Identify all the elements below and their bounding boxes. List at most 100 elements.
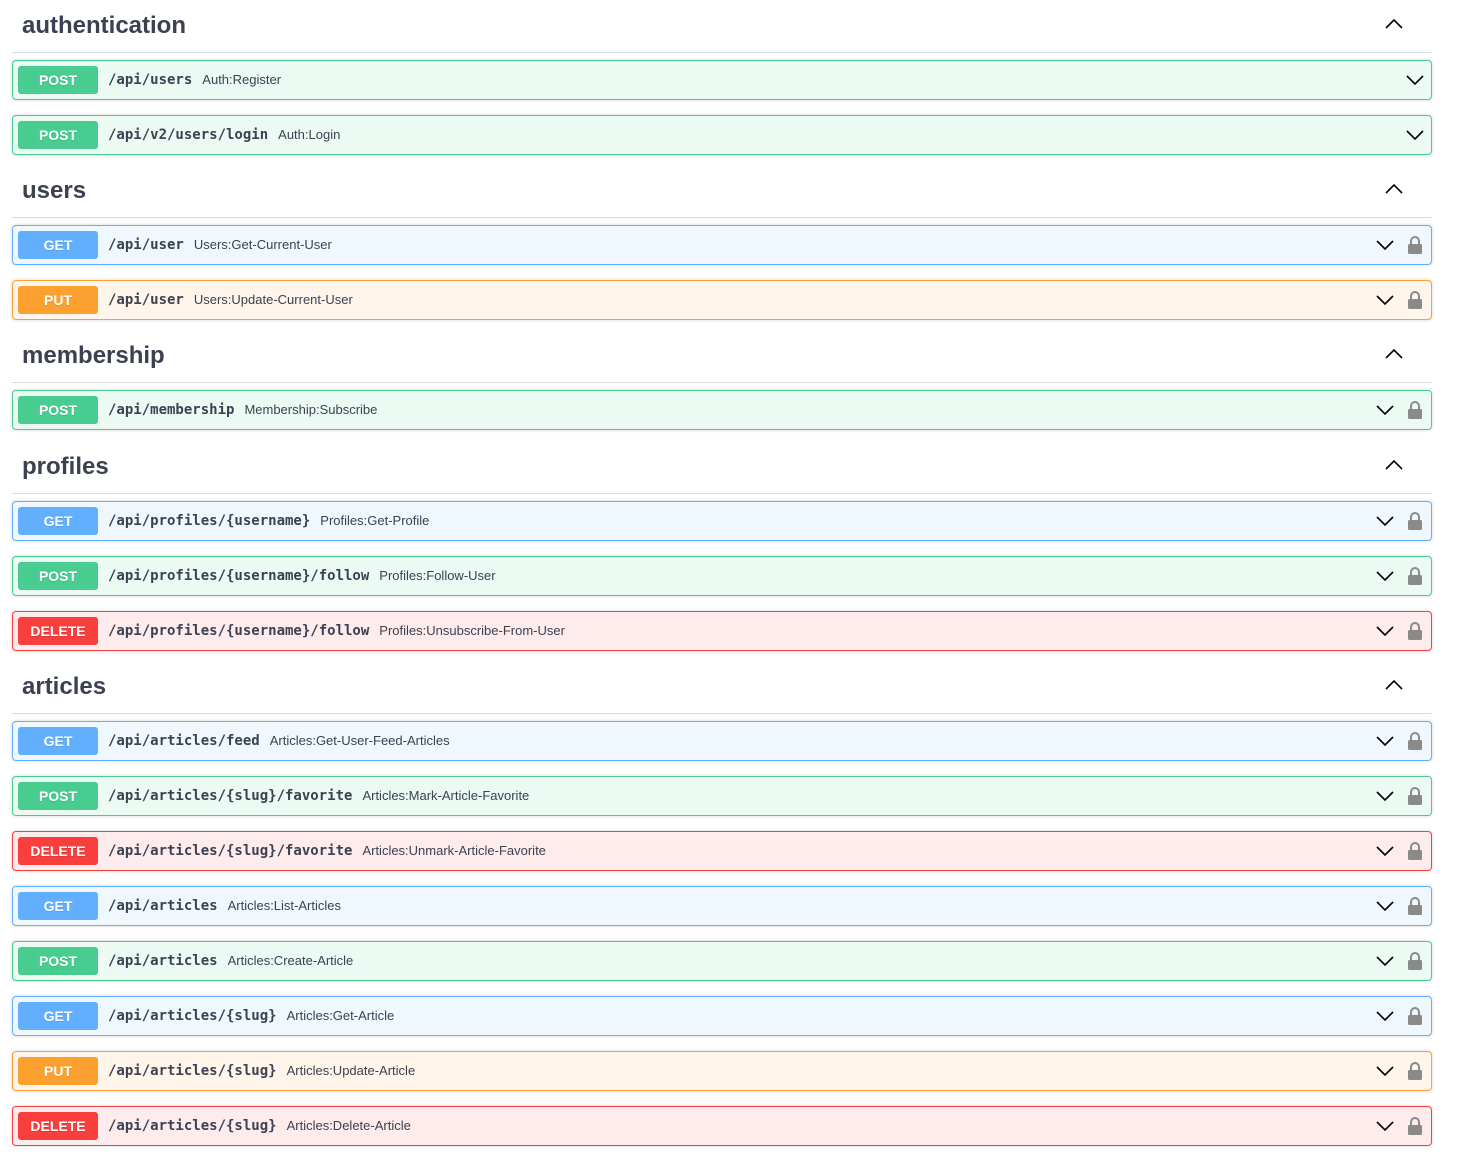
method-badge: POST [18, 562, 98, 590]
chevron-up-icon[interactable] [1384, 14, 1408, 38]
lock-icon[interactable] [1407, 621, 1423, 641]
operation-path: /api/users [108, 72, 193, 88]
opblock-delete[interactable]: DELETE/api/articles/{slug}/favorite Artic… [12, 831, 1432, 871]
opblock-post[interactable]: POST/api/users Auth:Register [12, 60, 1432, 100]
lock-icon[interactable] [1407, 400, 1423, 420]
chevron-down-icon[interactable] [1375, 841, 1395, 861]
chevron-down-icon[interactable] [1375, 566, 1395, 586]
opblock-put[interactable]: PUT/api/articles/{slug} Articles:Update-A… [12, 1051, 1432, 1091]
tag-title[interactable]: profiles [22, 453, 109, 481]
tag-header[interactable]: membership [12, 330, 1432, 383]
method-badge: POST [18, 782, 98, 810]
operation-path: /api/articles/{slug} [108, 1063, 277, 1079]
opblock-put[interactable]: PUT/api/user Users:Update-Current-User [12, 280, 1432, 320]
operation-summary-row[interactable]: /api/profiles/{username}/follow Profiles:… [108, 612, 565, 650]
operation-summary-row[interactable]: /api/users Auth:Register [108, 61, 281, 99]
tag-header[interactable]: authentication [12, 0, 1432, 53]
lock-icon[interactable] [1407, 511, 1423, 531]
operation-summary-row[interactable]: /api/articles/{slug} Articles:Update-Arti… [108, 1052, 415, 1090]
lock-icon[interactable] [1407, 1061, 1423, 1081]
operation-summary-row[interactable]: /api/articles/feed Articles:Get-User-Feed… [108, 722, 450, 760]
method-badge: GET [18, 1002, 98, 1030]
operation-summary-row[interactable]: /api/articles Articles:Create-Article [108, 942, 353, 980]
operation-summary: Auth:Login [278, 127, 341, 142]
chevron-down-icon[interactable] [1375, 621, 1395, 641]
method-badge: GET [18, 231, 98, 259]
opblock-post[interactable]: POST/api/membership Membership:Subscribe [12, 390, 1432, 430]
opblock-get[interactable]: GET/api/user Users:Get-Current-User [12, 225, 1432, 265]
tag-title[interactable]: authentication [22, 12, 186, 40]
chevron-down-icon[interactable] [1375, 786, 1395, 806]
operation-path: /api/user [108, 292, 184, 308]
opblock-post[interactable]: POST/api/profiles/{username}/follow Profi… [12, 556, 1432, 596]
lock-icon[interactable] [1407, 786, 1423, 806]
operation-summary: Users:Update-Current-User [193, 292, 353, 307]
tag-header[interactable]: users [12, 165, 1432, 218]
tag-section-users: users GET/api/user Users:Get-Current-User P… [12, 165, 1432, 320]
lock-icon[interactable] [1407, 1006, 1423, 1026]
method-badge: DELETE [18, 837, 98, 865]
operation-summary-row[interactable]: /api/membership Membership:Subscribe [108, 391, 377, 429]
chevron-down-icon[interactable] [1405, 70, 1425, 90]
lock-icon[interactable] [1407, 896, 1423, 916]
opblock-get[interactable]: GET/api/articles/feed Articles:Get-User-F… [12, 721, 1432, 761]
tag-section-articles: articles GET/api/articles/feed Articles:Ge… [12, 661, 1432, 1146]
method-badge: GET [18, 507, 98, 535]
operation-summary-row[interactable]: /api/articles Articles:List-Articles [108, 887, 341, 925]
chevron-up-icon[interactable] [1384, 675, 1408, 699]
lock-icon[interactable] [1407, 731, 1423, 751]
operation-summary-row[interactable]: /api/profiles/{username}/follow Profiles:… [108, 557, 496, 595]
opblock-get[interactable]: GET/api/articles/{slug} Articles:Get-Arti… [12, 996, 1432, 1036]
operation-summary-row[interactable]: /api/articles/{slug}/favorite Articles:Un… [108, 832, 546, 870]
operation-summary: Auth:Register [202, 72, 282, 87]
operation-path: /api/articles/{slug} [108, 1008, 277, 1024]
chevron-down-icon[interactable] [1375, 290, 1395, 310]
operation-path: /api/articles/{slug} [108, 1118, 277, 1134]
chevron-down-icon[interactable] [1375, 511, 1395, 531]
operation-path: /api/user [108, 237, 184, 253]
lock-icon[interactable] [1407, 1116, 1423, 1136]
tag-header[interactable]: profiles [12, 441, 1432, 494]
chevron-down-icon[interactable] [1375, 951, 1395, 971]
lock-icon[interactable] [1407, 290, 1423, 310]
chevron-down-icon[interactable] [1375, 235, 1395, 255]
operation-summary-row[interactable]: /api/user Users:Get-Current-User [108, 226, 332, 264]
chevron-down-icon[interactable] [1375, 731, 1395, 751]
operation-path: /api/articles/feed [108, 733, 260, 749]
chevron-down-icon[interactable] [1375, 400, 1395, 420]
chevron-down-icon[interactable] [1405, 125, 1425, 145]
lock-icon[interactable] [1407, 566, 1423, 586]
chevron-up-icon[interactable] [1384, 344, 1408, 368]
chevron-down-icon[interactable] [1375, 1006, 1395, 1026]
chevron-up-icon[interactable] [1384, 179, 1408, 203]
opblock-post[interactable]: POST/api/articles Articles:Create-Article [12, 941, 1432, 981]
chevron-down-icon[interactable] [1375, 896, 1395, 916]
chevron-down-icon[interactable] [1375, 1116, 1395, 1136]
chevron-down-icon[interactable] [1375, 1061, 1395, 1081]
operation-path: /api/profiles/{username} [108, 513, 311, 529]
lock-icon[interactable] [1407, 235, 1423, 255]
opblock-post[interactable]: POST/api/articles/{slug}/favorite Article… [12, 776, 1432, 816]
opblock-get[interactable]: GET/api/profiles/{username} Profiles:Get-… [12, 501, 1432, 541]
operation-summary: Profiles:Get-Profile [320, 513, 430, 528]
operation-summary-row[interactable]: /api/v2/users/login Auth:Login [108, 116, 340, 154]
lock-icon[interactable] [1407, 841, 1423, 861]
tag-title[interactable]: membership [22, 342, 165, 370]
opblock-post[interactable]: POST/api/v2/users/login Auth:Login [12, 115, 1432, 155]
tag-header[interactable]: articles [12, 661, 1432, 714]
opblock-get[interactable]: GET/api/articles Articles:List-Articles [12, 886, 1432, 926]
opblock-delete[interactable]: DELETE/api/articles/{slug} Articles:Delet… [12, 1106, 1432, 1146]
tag-title[interactable]: articles [22, 673, 106, 701]
chevron-up-icon[interactable] [1384, 455, 1408, 479]
operation-summary-row[interactable]: /api/articles/{slug} Articles:Delete-Arti… [108, 1107, 411, 1145]
tag-title[interactable]: users [22, 177, 86, 205]
operation-summary-row[interactable]: /api/profiles/{username} Profiles:Get-Pro… [108, 502, 429, 540]
opblock-delete[interactable]: DELETE/api/profiles/{username}/follow Pro… [12, 611, 1432, 651]
operation-path: /api/profiles/{username}/follow [108, 568, 370, 584]
lock-icon[interactable] [1407, 951, 1423, 971]
operation-summary-row[interactable]: /api/articles/{slug}/favorite Articles:Ma… [108, 777, 529, 815]
operation-summary: Profiles:Follow-User [379, 568, 496, 583]
operation-summary-row[interactable]: /api/articles/{slug} Articles:Get-Article [108, 997, 394, 1035]
operation-summary-row[interactable]: /api/user Users:Update-Current-User [108, 281, 353, 319]
operation-path: /api/articles/{slug}/favorite [108, 843, 353, 859]
